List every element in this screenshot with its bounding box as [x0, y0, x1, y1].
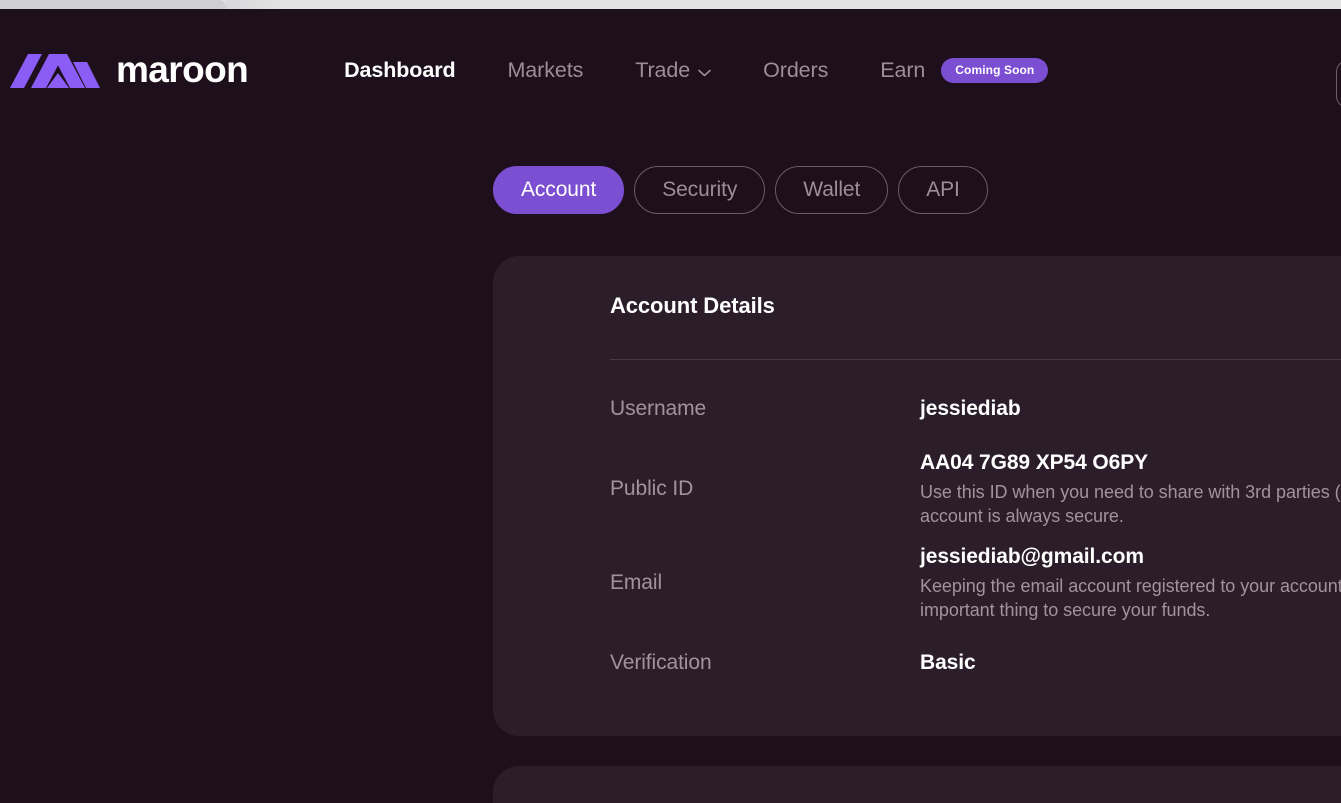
tab-security-label: Security	[662, 178, 738, 201]
account-details-title: Account Details	[610, 293, 775, 318]
nav-item-trade-label: Trade	[635, 58, 691, 82]
nav-item-trade[interactable]: Trade	[609, 52, 737, 89]
tab-api[interactable]: API	[898, 166, 988, 214]
header-right-control[interactable]	[1336, 60, 1341, 108]
regional-settings-card: Regional Settings	[493, 766, 1341, 803]
app-root: maroon Dashboard Markets Trade Orders Ea…	[0, 9, 1341, 803]
card-divider	[610, 359, 1341, 360]
detail-row-username: Username jessiediab	[610, 376, 1341, 442]
coming-soon-badge: Coming Soon	[941, 58, 1049, 83]
brand-logo[interactable]: maroon	[8, 48, 249, 92]
maroon-logo-icon	[10, 53, 100, 88]
detail-row-verification: Verification Basic	[610, 630, 1341, 696]
detail-value-username: jessiediab	[920, 396, 1021, 420]
tab-api-label: API	[926, 178, 960, 201]
nav-item-earn[interactable]: Earn Coming Soon	[854, 52, 1074, 89]
tab-wallet-label: Wallet	[803, 178, 861, 201]
tab-account[interactable]: Account	[493, 166, 625, 214]
chevron-down-icon	[698, 69, 711, 76]
detail-value-username-wrap: jessiediab	[920, 396, 1341, 422]
browser-chrome-strip	[0, 0, 1341, 9]
account-details-rows: Username jessiediab Public ID AA04 7G89 …	[610, 376, 1341, 696]
account-details-card: Account Details Username jessiediab Publ…	[493, 256, 1341, 736]
detail-label-verification: Verification	[610, 651, 712, 675]
detail-row-email: Email jessiediab@gmail.com Keeping the e…	[610, 536, 1341, 630]
nav-item-orders[interactable]: Orders	[737, 52, 854, 89]
tab-account-label: Account	[521, 178, 597, 201]
top-navigation-bar: maroon Dashboard Markets Trade Orders Ea…	[0, 9, 1341, 132]
nav-item-dashboard[interactable]: Dashboard	[318, 52, 481, 89]
nav-item-markets[interactable]: Markets	[482, 52, 610, 89]
nav-item-dashboard-label: Dashboard	[344, 58, 456, 82]
detail-label-public-id: Public ID	[610, 477, 694, 501]
detail-value-email: jessiediab@gmail.com	[920, 545, 1144, 569]
detail-help-email: Keeping the email account registered to …	[920, 576, 1341, 620]
tab-wallet[interactable]: Wallet	[775, 166, 889, 214]
detail-value-public-id-wrap: AA04 7G89 XP54 O6PY Use this ID when you…	[920, 450, 1341, 528]
brand-name: maroon	[116, 48, 249, 90]
detail-value-verification-wrap: Basic	[920, 650, 1341, 676]
settings-tab-bar: Account Security Wallet API	[493, 166, 988, 214]
nav-links: Dashboard Markets Trade Orders Earn Comi…	[318, 52, 1074, 89]
detail-label-email: Email	[610, 571, 663, 595]
detail-label-username: Username	[610, 397, 707, 420]
browser-tab-fade	[226, 0, 288, 9]
tab-security[interactable]: Security	[634, 166, 766, 214]
nav-item-orders-label: Orders	[763, 58, 829, 82]
nav-item-earn-label: Earn	[880, 58, 926, 82]
browser-tab-stub[interactable]	[0, 0, 226, 9]
detail-value-email-wrap: jessiediab@gmail.com Keeping the email a…	[920, 544, 1341, 622]
detail-value-verification: Basic	[920, 650, 976, 674]
detail-row-public-id: Public ID AA04 7G89 XP54 O6PY Use this I…	[610, 442, 1341, 536]
detail-value-public-id: AA04 7G89 XP54 O6PY	[920, 451, 1149, 474]
nav-item-markets-label: Markets	[507, 58, 584, 82]
detail-help-public-id: Use this ID when you need to share with …	[920, 482, 1341, 526]
